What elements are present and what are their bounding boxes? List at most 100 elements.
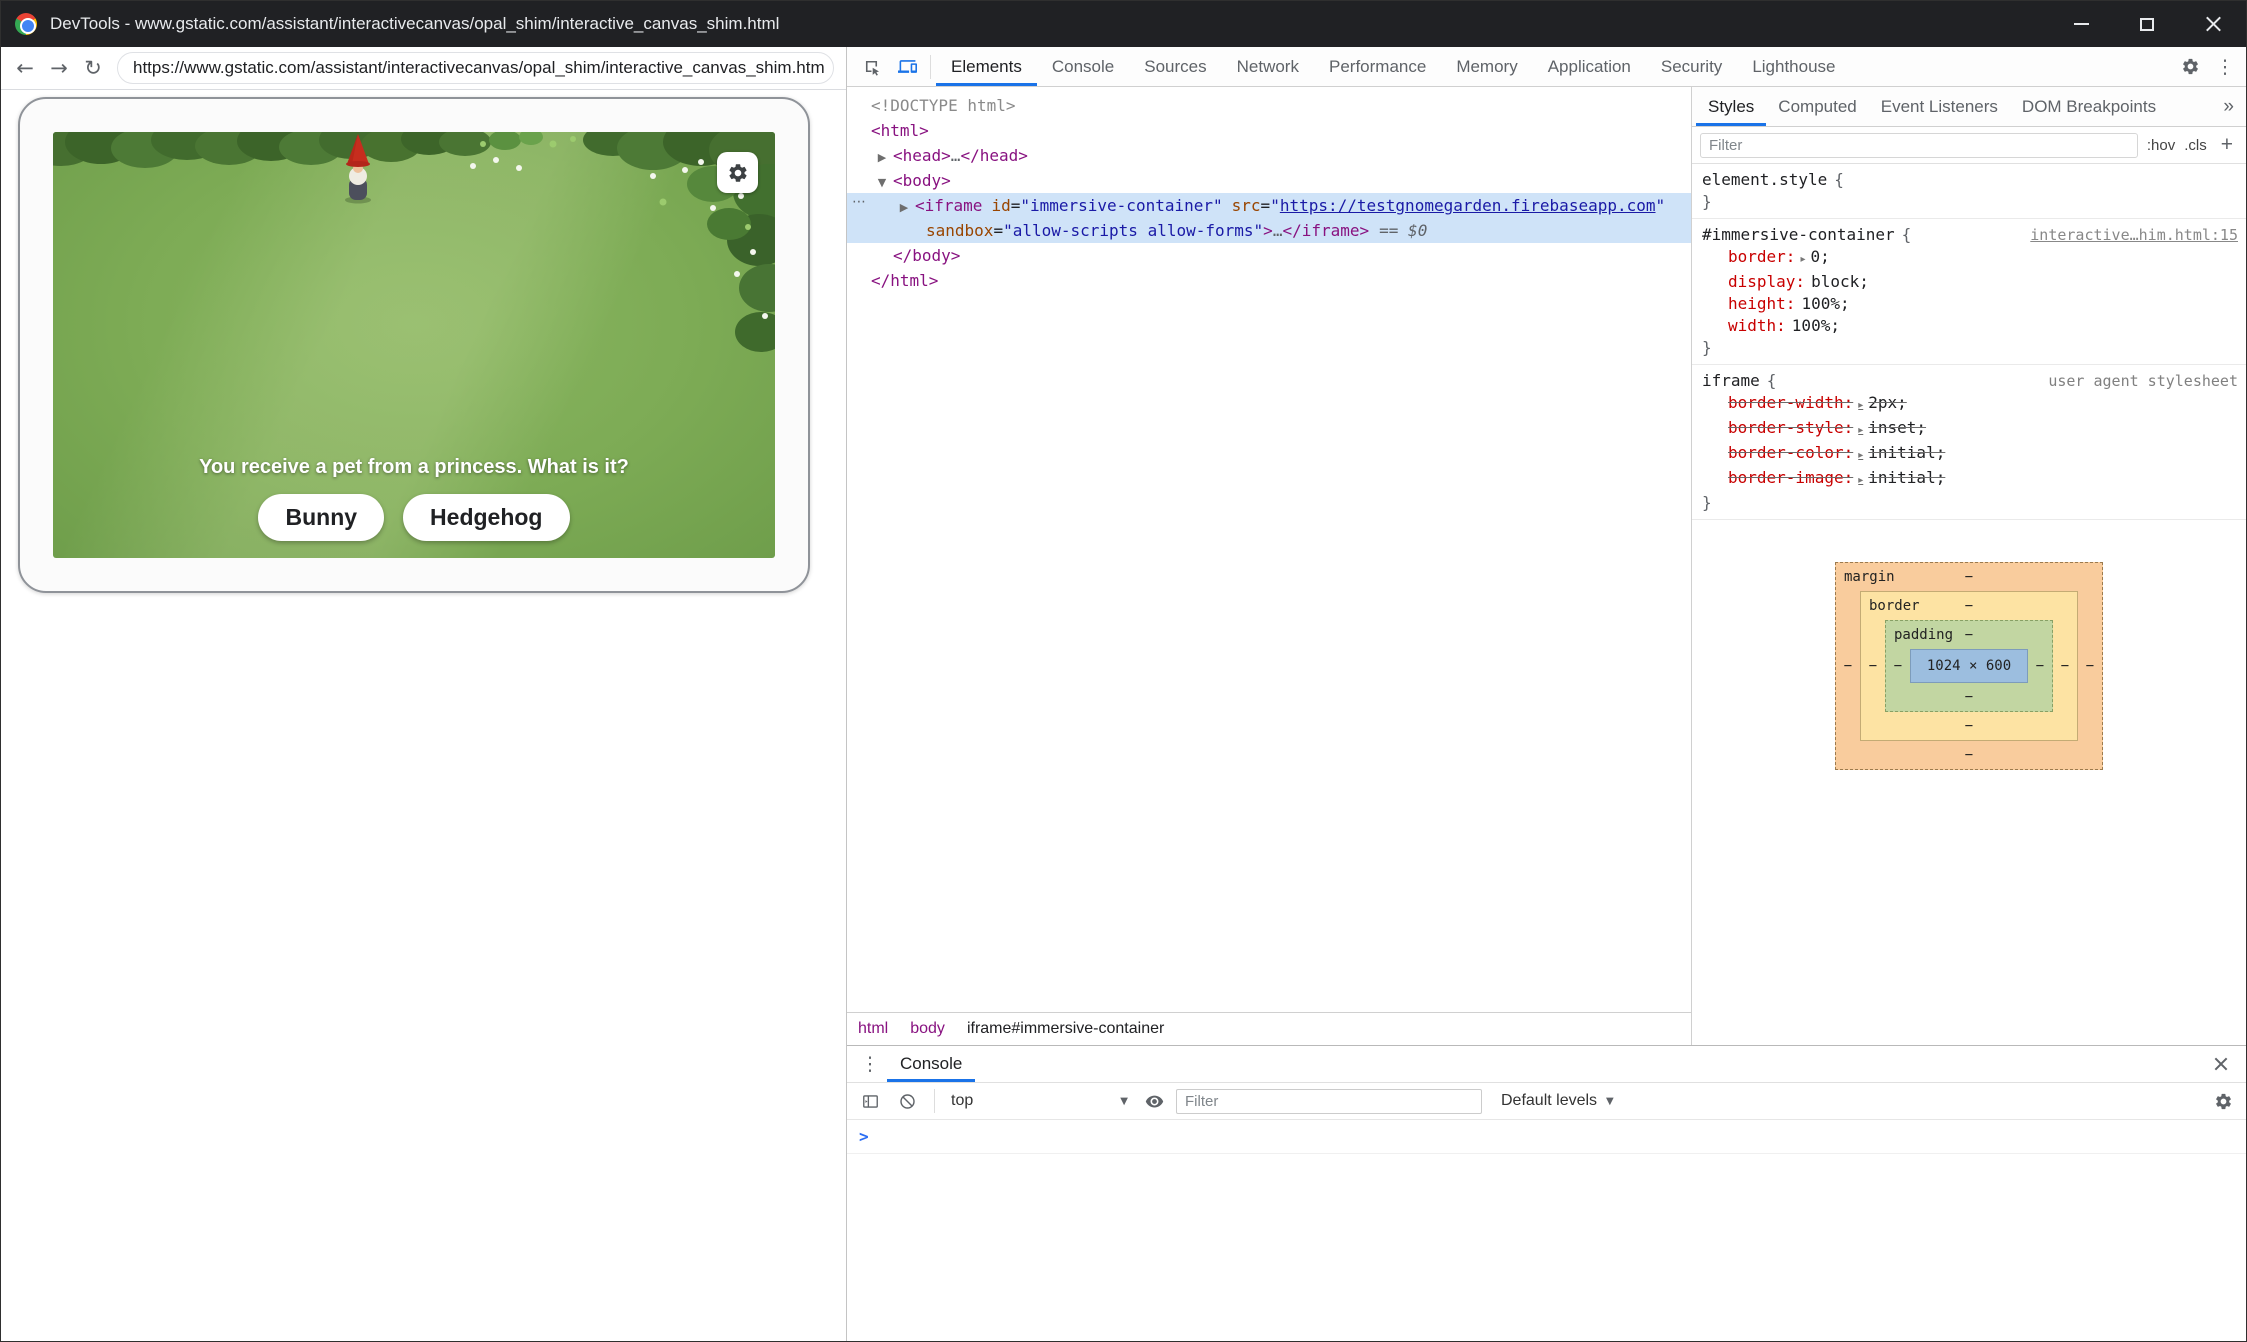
tab-styles[interactable]: Styles	[1696, 87, 1766, 126]
tab-application[interactable]: Application	[1533, 47, 1646, 86]
tab-lighthouse[interactable]: Lighthouse	[1737, 47, 1850, 86]
tab-event-listeners[interactable]: Event Listeners	[1869, 87, 2010, 126]
tab-performance[interactable]: Performance	[1314, 47, 1441, 86]
css-property-overridden: border-width:▸2px;	[1702, 392, 2238, 417]
console-prompt-row[interactable]: >	[847, 1120, 2246, 1154]
stylesheet-source-link[interactable]: interactive…him.html:15	[2022, 224, 2238, 246]
tab-sources[interactable]: Sources	[1129, 47, 1221, 86]
clear-console-icon[interactable]	[892, 1086, 922, 1116]
tab-memory[interactable]: Memory	[1441, 47, 1532, 86]
answer-buttons: Bunny Hedgehog	[258, 494, 569, 541]
tab-overflow-icon[interactable]: »	[2211, 96, 2246, 118]
toggle-hover-state-button[interactable]: :hov	[2147, 137, 2175, 154]
minimize-button[interactable]	[2048, 1, 2114, 47]
game-ui: You receive a pet from a princess. What …	[53, 456, 775, 541]
console-sidebar-icon[interactable]	[855, 1086, 885, 1116]
execution-context-select[interactable]: top ▼	[947, 1092, 1132, 1110]
answer-button-hedgehog[interactable]: Hedgehog	[403, 494, 569, 541]
live-expression-eye-icon[interactable]	[1139, 1086, 1169, 1116]
back-icon[interactable]: ←	[9, 56, 41, 80]
chevron-down-icon: ▼	[1606, 1096, 1614, 1107]
close-drawer-button[interactable]	[2206, 1049, 2236, 1079]
selected-iframe-node[interactable]: ⋯ ▶<iframeid="immersive-container"src="h…	[847, 193, 1691, 243]
url-bar[interactable]: https://www.gstatic.com/assistant/intera…	[117, 52, 834, 84]
tab-elements[interactable]: Elements	[936, 47, 1037, 86]
style-rule-immersive-container[interactable]: #immersive-container{ interactive…him.ht…	[1692, 219, 2246, 365]
dom-tree[interactable]: <!DOCTYPE html> <html> ▶<head>…</head> ▼…	[847, 87, 1691, 1012]
close-button[interactable]	[2180, 1, 2246, 47]
css-property-overridden: border-image:▸initial;	[1702, 467, 2238, 492]
box-model-border: border − − − − padding − − −	[1860, 591, 2078, 741]
console-filter-input[interactable]	[1176, 1089, 1482, 1114]
forward-icon[interactable]: →	[43, 56, 75, 80]
node-overflow-icon[interactable]: ⋯	[852, 194, 867, 210]
console-drawer-header: ⋮ Console	[847, 1046, 2246, 1083]
gear-icon	[727, 162, 749, 184]
toolbar-divider	[930, 55, 931, 79]
body-close-node[interactable]: </body>	[893, 246, 960, 265]
iframe-src-link[interactable]: https://testgnomegarden.firebaseapp.com	[1280, 196, 1656, 215]
breadcrumb-body[interactable]: body	[899, 1013, 956, 1045]
doctype-node: <!DOCTYPE html>	[871, 96, 1016, 115]
new-style-rule-button[interactable]: +	[2216, 133, 2238, 157]
console-settings-icon[interactable]	[2208, 1086, 2238, 1116]
expand-arrow-icon[interactable]: ▶	[871, 145, 893, 170]
box-model-padding: padding − − − − 1024 × 600	[1885, 620, 2053, 712]
expand-shorthand-icon[interactable]: ▸	[1858, 450, 1863, 461]
tab-security[interactable]: Security	[1646, 47, 1737, 86]
reload-icon[interactable]: ↻	[77, 56, 109, 80]
box-model-section: margin − − − − border − − − −	[1692, 520, 2246, 790]
body-open-node[interactable]: <body>	[893, 171, 951, 190]
html-open-node[interactable]: <html>	[871, 121, 929, 140]
expand-arrow-icon[interactable]: ▶	[893, 195, 915, 220]
log-levels-select[interactable]: Default levels ▼	[1501, 1092, 1614, 1110]
answer-button-bunny[interactable]: Bunny	[258, 494, 384, 541]
styles-filter-input[interactable]	[1700, 133, 2138, 158]
device-toolbar-icon[interactable]	[889, 52, 925, 82]
expand-shorthand-icon[interactable]: ▸	[1858, 400, 1863, 411]
devtools-window: DevTools - www.gstatic.com/assistant/int…	[0, 0, 2247, 1342]
maximize-button[interactable]	[2114, 1, 2180, 47]
rendered-page: You receive a pet from a princess. What …	[1, 90, 846, 1341]
window-controls	[2048, 1, 2246, 47]
tab-console[interactable]: Console	[1037, 47, 1129, 86]
browser-navbar: ← → ↻ https://www.gstatic.com/assistant/…	[1, 47, 846, 90]
console-messages[interactable]: >	[847, 1120, 2246, 1341]
attr-id: id	[991, 196, 1010, 215]
tab-network[interactable]: Network	[1222, 47, 1314, 86]
collapse-arrow-icon[interactable]: ▼	[871, 170, 893, 195]
chevron-down-icon: ▼	[1120, 1096, 1128, 1107]
tab-dom-breakpoints[interactable]: DOM Breakpoints	[2010, 87, 2168, 126]
chrome-logo-icon	[15, 13, 37, 35]
styles-tab-bar: Styles Computed Event Listeners DOM Brea…	[1692, 87, 2246, 127]
drawer-tab-console[interactable]: Console	[887, 1046, 975, 1082]
breadcrumb-iframe[interactable]: iframe#immersive-container	[956, 1013, 1175, 1045]
toggle-class-button[interactable]: .cls	[2184, 137, 2207, 154]
html-close-node[interactable]: </html>	[871, 271, 938, 290]
minimize-icon	[2074, 23, 2089, 25]
head-node[interactable]: <head>	[893, 146, 951, 165]
css-property-overridden: border-style:▸inset;	[1702, 417, 2238, 442]
expand-shorthand-icon[interactable]: ▸	[1800, 254, 1805, 265]
game-settings-button[interactable]	[717, 152, 758, 193]
console-drawer: ⋮ Console top ▼ Default levels ▼	[847, 1045, 2246, 1341]
style-rule-element-style[interactable]: element.style{ }	[1692, 164, 2246, 219]
tab-computed[interactable]: Computed	[1766, 87, 1868, 126]
inspect-element-icon[interactable]	[853, 52, 889, 82]
expand-shorthand-icon[interactable]: ▸	[1858, 475, 1863, 486]
drawer-menu-icon[interactable]: ⋮	[853, 1053, 887, 1075]
maximize-icon	[2140, 18, 2154, 31]
expand-shorthand-icon[interactable]: ▸	[1858, 425, 1863, 436]
console-prompt-icon: >	[859, 1127, 869, 1146]
game-question: You receive a pet from a princess. What …	[199, 456, 629, 479]
more-options-icon[interactable]: ⋮	[2208, 56, 2242, 78]
device-frame: You receive a pet from a princess. What …	[18, 97, 810, 593]
box-model-diagram[interactable]: margin − − − − border − − − −	[1835, 562, 2103, 770]
style-rule-iframe-user-agent[interactable]: iframe{ user agent stylesheet border-wid…	[1692, 365, 2246, 520]
styles-rules: element.style{ } #immersive-container{ i…	[1692, 164, 2246, 1045]
breadcrumb-html[interactable]: html	[847, 1013, 899, 1045]
url-text: https://www.gstatic.com/assistant/intera…	[133, 58, 825, 78]
settings-gear-icon[interactable]	[2172, 52, 2208, 82]
elements-panel: <!DOCTYPE html> <html> ▶<head>…</head> ▼…	[847, 87, 1692, 1045]
css-property: width:100%;	[1702, 315, 2238, 337]
